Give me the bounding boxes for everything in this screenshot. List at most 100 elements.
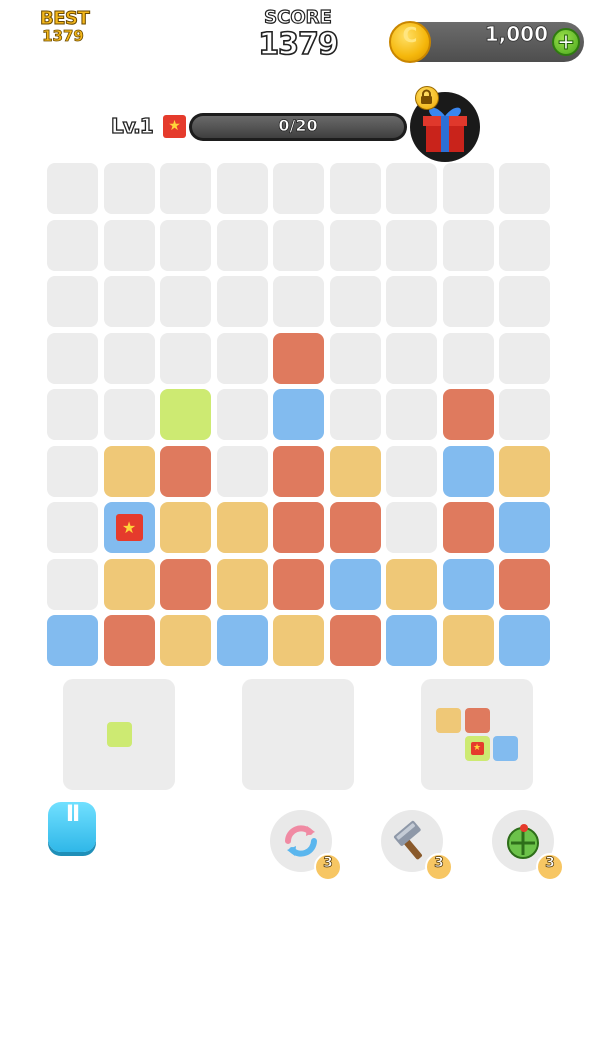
empty-cell[interactable] — [216, 219, 268, 271]
empty-cell[interactable] — [386, 163, 437, 214]
empty-cell[interactable] — [103, 389, 155, 440]
block-cell[interactable] — [216, 615, 268, 666]
empty-cell[interactable] — [329, 389, 381, 440]
block-cell[interactable] — [499, 502, 550, 553]
best-score: BEST 1379 — [40, 8, 91, 45]
empty-cell[interactable] — [47, 332, 98, 384]
block-cell[interactable] — [329, 445, 381, 497]
empty-cell[interactable] — [47, 389, 98, 440]
block-cell[interactable] — [442, 445, 494, 497]
bomb-icon — [507, 824, 539, 859]
piece-block[interactable] — [106, 722, 132, 747]
empty-cell[interactable] — [216, 332, 268, 384]
empty-cell[interactable] — [160, 163, 211, 214]
block-cell[interactable] — [329, 502, 381, 553]
block-cell[interactable] — [103, 445, 155, 497]
empty-cell[interactable] — [47, 445, 98, 497]
empty-cell[interactable] — [499, 276, 550, 327]
block-cell[interactable] — [47, 615, 98, 666]
empty-cell[interactable] — [216, 276, 268, 327]
block-cell[interactable] — [273, 332, 324, 384]
empty-cell[interactable] — [442, 332, 494, 384]
block-cell[interactable] — [103, 615, 155, 666]
block-cell[interactable] — [160, 389, 211, 440]
empty-cell[interactable] — [160, 219, 211, 271]
empty-cell[interactable] — [103, 219, 155, 271]
block-cell[interactable] — [160, 502, 211, 553]
piece-block[interactable] — [436, 707, 461, 733]
block-cell[interactable] — [329, 558, 381, 610]
block-cell[interactable] — [216, 502, 268, 553]
empty-cell[interactable] — [499, 332, 550, 384]
empty-cell[interactable] — [386, 389, 437, 440]
piece-block[interactable] — [464, 707, 490, 733]
piece-tray-1[interactable] — [63, 679, 175, 790]
block-cell[interactable] — [499, 615, 550, 666]
block-cell[interactable] — [442, 502, 494, 553]
block-cell[interactable] — [273, 389, 324, 440]
block-cell[interactable] — [386, 615, 437, 666]
block-cell[interactable] — [273, 615, 324, 666]
hammer-button[interactable]: 3 — [381, 810, 453, 881]
empty-cell[interactable] — [273, 219, 324, 271]
empty-cell[interactable] — [329, 332, 381, 384]
piece-block[interactable] — [493, 736, 518, 762]
bomb-button[interactable]: 3 — [492, 810, 564, 881]
block-cell[interactable] — [442, 615, 494, 666]
empty-cell[interactable] — [386, 445, 437, 497]
piece-block[interactable]: ★ — [464, 736, 490, 762]
block-cell[interactable] — [273, 445, 324, 497]
empty-cell[interactable] — [216, 389, 268, 440]
empty-cell[interactable] — [103, 332, 155, 384]
pause-button[interactable]: II — [48, 802, 96, 852]
empty-cell[interactable] — [216, 163, 268, 214]
block-cell[interactable] — [216, 558, 268, 610]
star-icon: ★ — [470, 742, 484, 756]
best-label: BEST — [40, 8, 91, 29]
empty-cell[interactable] — [499, 389, 550, 440]
empty-cell[interactable] — [47, 276, 98, 327]
block-cell[interactable] — [442, 389, 494, 440]
block-cell[interactable] — [103, 558, 155, 610]
empty-cell[interactable] — [386, 502, 437, 553]
block-cell[interactable] — [329, 615, 381, 666]
empty-cell[interactable] — [442, 219, 494, 271]
empty-cell[interactable] — [386, 219, 437, 271]
empty-cell[interactable] — [47, 558, 98, 610]
empty-cell[interactable] — [160, 276, 211, 327]
empty-cell[interactable] — [273, 276, 324, 327]
block-cell[interactable] — [499, 558, 550, 610]
score-label: SCORE — [264, 7, 333, 28]
block-cell[interactable] — [442, 558, 494, 610]
block-cell[interactable] — [160, 558, 211, 610]
empty-cell[interactable] — [499, 219, 550, 271]
empty-cell[interactable] — [47, 163, 98, 214]
refresh-button[interactable]: 3 — [270, 810, 342, 881]
empty-cell[interactable] — [329, 219, 381, 271]
piece-tray-2[interactable] — [242, 679, 354, 790]
block-cell[interactable]: ★ — [103, 502, 155, 553]
empty-cell[interactable] — [386, 332, 437, 384]
empty-cell[interactable] — [103, 276, 155, 327]
empty-cell[interactable] — [329, 163, 381, 214]
empty-cell[interactable] — [103, 163, 155, 214]
empty-cell[interactable] — [442, 163, 494, 214]
block-cell[interactable] — [273, 502, 324, 553]
block-cell[interactable] — [386, 558, 437, 610]
add-coins-button[interactable]: + — [552, 28, 580, 56]
empty-cell[interactable] — [273, 163, 324, 214]
block-cell[interactable] — [273, 558, 324, 610]
empty-cell[interactable] — [329, 276, 381, 327]
hammer-count-badge: 3 — [425, 853, 453, 881]
empty-cell[interactable] — [386, 276, 437, 327]
empty-cell[interactable] — [47, 502, 98, 553]
empty-cell[interactable] — [160, 332, 211, 384]
empty-cell[interactable] — [442, 276, 494, 327]
piece-tray-3[interactable]: ★ — [421, 679, 533, 790]
empty-cell[interactable] — [499, 163, 550, 214]
empty-cell[interactable] — [216, 445, 268, 497]
block-cell[interactable] — [160, 445, 211, 497]
block-cell[interactable] — [499, 445, 550, 497]
empty-cell[interactable] — [47, 219, 98, 271]
block-cell[interactable] — [160, 615, 211, 666]
